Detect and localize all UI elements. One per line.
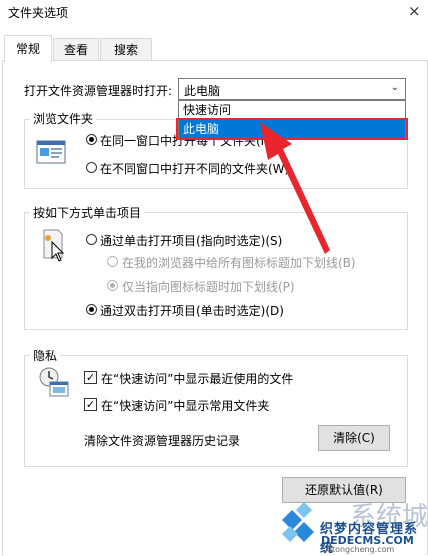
browse-folders-icon <box>36 140 66 164</box>
open-explorer-label: 打开文件资源管理器时打开: <box>24 84 173 98</box>
checkbox-show-recent[interactable]: ✓ <box>84 371 97 384</box>
close-icon[interactable]: × <box>408 2 421 20</box>
option-show-frequent[interactable]: 在“快速访问”中显示常用文件夹 <box>101 397 269 414</box>
dropdown-selected-value: 此电脑 <box>184 84 221 98</box>
tab-general[interactable]: 常规 <box>4 35 52 62</box>
radio-underline-hover <box>107 280 118 291</box>
clear-button[interactable]: 清除(C) <box>318 425 390 451</box>
tab-search[interactable]: 搜索 <box>100 38 152 61</box>
option-show-recent[interactable]: 在“快速访问”中显示最近使用的文件 <box>101 370 293 387</box>
click-cursor-icon <box>43 229 65 262</box>
option-underline-hover: 仅当指向图标标题时加下划线(P) <box>122 280 295 294</box>
privacy-title: 隐私 <box>30 347 61 364</box>
tab-view[interactable]: 查看 <box>53 38 99 61</box>
radio-single-click[interactable] <box>86 234 97 245</box>
radio-underline-browser <box>107 256 118 267</box>
clear-history-label: 清除文件资源管理器历史记录 <box>84 434 241 448</box>
radio-double-click[interactable] <box>86 304 97 315</box>
click-items-title: 按如下方式单击项目 <box>30 204 145 221</box>
option-double-click[interactable]: 通过双击打开项目(单击时选定)(D) <box>100 302 284 319</box>
radio-same-window[interactable] <box>86 134 97 145</box>
watermark-url: xitongcheng.com <box>325 545 395 554</box>
open-explorer-dropdown[interactable]: 此电脑 ⌄ <box>178 78 406 100</box>
privacy-clock-icon <box>39 367 69 397</box>
checkbox-show-frequent[interactable]: ✓ <box>84 398 97 411</box>
dropdown-option-quick-access[interactable]: 快速访问 <box>179 101 405 119</box>
window-title: 文件夹选项 <box>8 6 69 20</box>
radio-different-window[interactable] <box>86 162 97 173</box>
chevron-down-icon: ⌄ <box>390 82 399 93</box>
browse-folders-title: 浏览文件夹 <box>30 110 97 127</box>
red-arrow-annotation <box>260 122 330 254</box>
